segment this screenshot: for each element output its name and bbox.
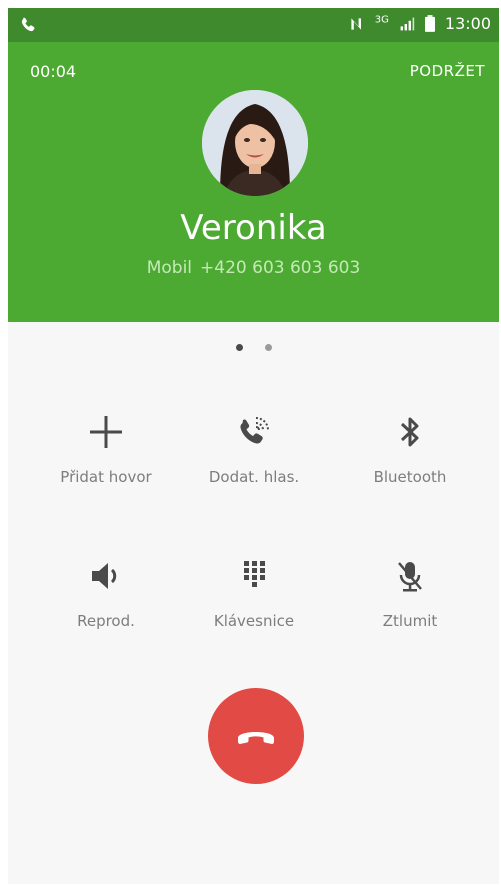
add-call-label: Přidat hovor bbox=[60, 468, 152, 486]
caller-avatar bbox=[202, 90, 308, 196]
extra-volume-label: Dodat. hlas. bbox=[208, 468, 300, 486]
plus-icon bbox=[90, 416, 122, 448]
call-screen: 3G 13:00 00:04 PODRŽET Veronika Mobil +4… bbox=[8, 8, 499, 884]
signal-icon bbox=[400, 17, 415, 30]
extra-volume-button[interactable]: Dodat. hlas. bbox=[194, 412, 314, 486]
speaker-icon bbox=[92, 563, 117, 589]
call-header: 00:04 PODRŽET Veronika Mobil +420 603 603… bbox=[8, 42, 499, 322]
end-call-button[interactable] bbox=[208, 688, 304, 784]
mic-off-icon bbox=[398, 562, 422, 592]
phone-icon bbox=[21, 17, 35, 32]
bluetooth-label: Bluetooth bbox=[373, 468, 447, 486]
caller-number-line: Mobil +420 603 603 603 bbox=[8, 258, 499, 278]
network-type: 3G bbox=[374, 14, 389, 26]
page-dot[interactable] bbox=[264, 344, 272, 351]
add-call-button[interactable]: Přidat hovor bbox=[46, 412, 166, 486]
number-type-label: Mobil bbox=[146, 258, 193, 278]
mute-button[interactable]: Ztlumit bbox=[350, 556, 470, 630]
keypad-label: Klávesnice bbox=[213, 612, 295, 630]
avatar-photo bbox=[202, 90, 308, 196]
status-bar: 3G 13:00 bbox=[8, 8, 499, 42]
page-dot-active[interactable] bbox=[235, 344, 243, 351]
nfc-icon bbox=[351, 17, 361, 30]
speaker-label: Reprod. bbox=[77, 612, 135, 630]
bluetooth-icon bbox=[400, 417, 419, 447]
keypad-button[interactable]: Klávesnice bbox=[194, 556, 314, 630]
call-duration: 00:04 bbox=[30, 62, 77, 81]
status-time: 13:00 bbox=[444, 14, 491, 33]
hold-button[interactable]: PODRŽET bbox=[410, 62, 485, 80]
battery-icon bbox=[424, 15, 435, 32]
phone-number: +420 603 603 603 bbox=[200, 258, 361, 278]
end-call-icon bbox=[238, 732, 274, 744]
speaker-button[interactable]: Reprod. bbox=[46, 556, 166, 630]
bluetooth-button[interactable]: Bluetooth bbox=[350, 412, 470, 486]
page-indicator bbox=[8, 344, 499, 351]
caller-name: Veronika bbox=[180, 208, 327, 248]
keypad-icon bbox=[244, 561, 265, 587]
mute-label: Ztlumit bbox=[382, 612, 438, 630]
phone-volume-icon bbox=[240, 417, 269, 444]
